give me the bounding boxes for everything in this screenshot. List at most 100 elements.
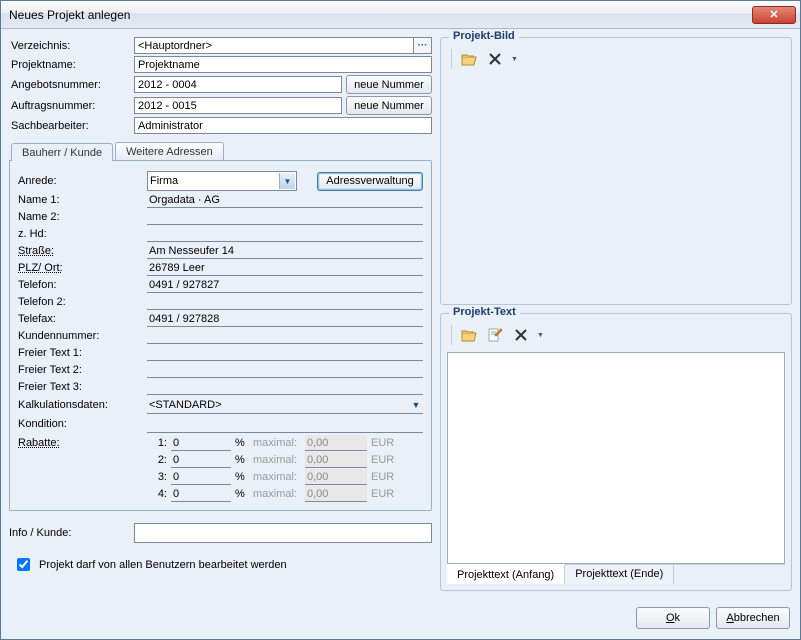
rabatt4-max: [305, 486, 367, 502]
maximal-label-2: maximal:: [253, 454, 301, 466]
label-rabatte: Rabatte:: [18, 437, 143, 449]
rabatt2-input[interactable]: [171, 452, 231, 468]
label-strasse: Straße:: [18, 245, 143, 257]
tab-projekttext-anfang[interactable]: Projekttext (Anfang): [447, 564, 565, 584]
close-button[interactable]: ✕: [752, 6, 796, 24]
address-form: Anrede: Firma ▼ Adressverwaltung Name 1:…: [18, 171, 423, 433]
label-plzort: PLZ/ Ort:: [18, 262, 143, 274]
verzeichnis-lookup: ···: [134, 37, 432, 54]
percent-label-3: %: [235, 471, 249, 483]
currency-label-2: EUR: [371, 454, 411, 466]
name2-input[interactable]: [147, 209, 423, 225]
label-kundennummer: Kundennummer:: [18, 330, 143, 342]
currency-label-4: EUR: [371, 488, 411, 500]
percent-label-1: %: [235, 437, 249, 449]
delete-icon: [514, 328, 528, 342]
tab-projekttext-ende[interactable]: Projekttext (Ende): [565, 565, 674, 584]
projekt-text-group: Projekt-Text: [440, 313, 792, 591]
currency-label-1: EUR: [371, 437, 411, 449]
projektname-input[interactable]: [134, 56, 432, 73]
projekt-bild-toolbar: ▼: [447, 44, 785, 76]
label-telefax: Telefax:: [18, 313, 143, 325]
abbrechen-button[interactable]: Abbrechen: [716, 607, 790, 629]
label-auftragsnummer: Auftragsnummer:: [9, 100, 134, 112]
delete-image-button[interactable]: [484, 48, 506, 70]
telefon2-input[interactable]: [147, 294, 423, 310]
ftext1-input[interactable]: [147, 345, 423, 361]
verzeichnis-browse-button[interactable]: ···: [414, 37, 432, 54]
angebotsnummer-input[interactable]: [134, 76, 342, 93]
label-ftext2: Freier Text 2:: [18, 364, 143, 376]
kalkulationsdaten-combo[interactable]: <STANDARD> ▼: [147, 396, 423, 414]
label-angebotsnummer: Angebotsnummer:: [9, 79, 134, 91]
label-name1: Name 1:: [18, 194, 143, 206]
telefax-input[interactable]: [147, 311, 423, 327]
window-title: Neues Projekt anlegen: [9, 8, 752, 22]
kondition-combo[interactable]: [147, 415, 423, 433]
maximal-label-3: maximal:: [253, 471, 301, 483]
ok-button[interactable]: Ok: [636, 607, 710, 629]
rabatt3-input[interactable]: [171, 469, 231, 485]
toolbar-overflow-icon[interactable]: ▼: [510, 56, 518, 63]
rabatt1-max: [305, 435, 367, 451]
open-image-button[interactable]: [458, 48, 480, 70]
rabatt1-input[interactable]: [171, 435, 231, 451]
kundennummer-input[interactable]: [147, 328, 423, 344]
rabatt2-max: [305, 452, 367, 468]
adressverwaltung-button[interactable]: Adressverwaltung: [317, 172, 423, 191]
tab-bauherr-kunde[interactable]: Bauherr / Kunde: [11, 143, 113, 161]
info-kunde-input[interactable]: [134, 523, 432, 543]
label-info-kunde: Info / Kunde:: [9, 527, 126, 539]
label-anrede: Anrede:: [18, 175, 143, 187]
toolbar-overflow-icon[interactable]: ▼: [536, 332, 544, 339]
neue-nummer-auftrag-button[interactable]: neue Nummer: [346, 96, 432, 115]
projekt-text-legend: Projekt-Text: [449, 306, 520, 318]
top-fields: Verzeichnis: ··· Projektname: Angebotsnu…: [9, 37, 432, 134]
zhd-input[interactable]: [147, 226, 423, 242]
strasse-input[interactable]: [147, 243, 423, 259]
projekt-bild-group: Projekt-Bild ▼: [440, 37, 792, 305]
label-ftext1: Freier Text 1:: [18, 347, 143, 359]
verzeichnis-input[interactable]: [134, 37, 414, 54]
plzort-input[interactable]: [147, 260, 423, 276]
maximal-label-4: maximal:: [253, 488, 301, 500]
tabstrip: Bauherr / Kunde Weitere Adressen: [9, 142, 432, 160]
label-ftext3: Freier Text 3:: [18, 381, 143, 393]
projekt-text-area[interactable]: [447, 352, 785, 564]
folder-open-icon: [461, 52, 477, 66]
neue-nummer-angebot-button[interactable]: neue Nummer: [346, 75, 432, 94]
close-icon: ✕: [769, 8, 778, 21]
share-checkbox-row: Projekt darf von allen Benutzern bearbei…: [9, 555, 432, 574]
share-checkbox-label: Projekt darf von allen Benutzern bearbei…: [39, 559, 287, 571]
delete-text-button[interactable]: [510, 324, 532, 346]
label-zhd: z. Hd:: [18, 228, 143, 240]
delete-icon: [488, 52, 502, 66]
ftext3-input[interactable]: [147, 379, 423, 395]
share-checkbox[interactable]: [17, 558, 30, 571]
ftext2-input[interactable]: [147, 362, 423, 378]
currency-label-3: EUR: [371, 471, 411, 483]
telefon-input[interactable]: [147, 277, 423, 293]
chevron-down-icon: ▼: [279, 173, 295, 189]
label-sachbearbeiter: Sachbearbeiter:: [9, 120, 134, 132]
name1-input[interactable]: [147, 192, 423, 208]
tab-weitere-adressen[interactable]: Weitere Adressen: [115, 142, 224, 160]
rabatt4-input[interactable]: [171, 486, 231, 502]
projekt-text-toolbar: ▼: [447, 320, 785, 352]
rabatt-num-1: 1:: [147, 437, 167, 449]
left-column: Verzeichnis: ··· Projektname: Angebotsnu…: [9, 37, 432, 591]
toolbar-separator: [451, 49, 452, 69]
open-text-button[interactable]: [458, 324, 480, 346]
sachbearbeiter-input[interactable]: [134, 117, 432, 134]
anrede-combo[interactable]: Firma ▼: [147, 171, 297, 191]
edit-text-button[interactable]: [484, 324, 506, 346]
kalkdaten-value: <STANDARD>: [149, 399, 222, 411]
label-name2: Name 2:: [18, 211, 143, 223]
edit-note-icon: [488, 328, 502, 342]
tab-container: Bauherr / Kunde Weitere Adressen Anrede:…: [9, 142, 432, 511]
tabpage-bauherr: Anrede: Firma ▼ Adressverwaltung Name 1:…: [9, 160, 432, 511]
dialog-window: Neues Projekt anlegen ✕ Verzeichnis: ···…: [0, 0, 801, 640]
info-kunde-row: Info / Kunde:: [9, 523, 432, 543]
auftragsnummer-input[interactable]: [134, 97, 342, 114]
label-kalkdaten: Kalkulationsdaten:: [18, 399, 143, 411]
